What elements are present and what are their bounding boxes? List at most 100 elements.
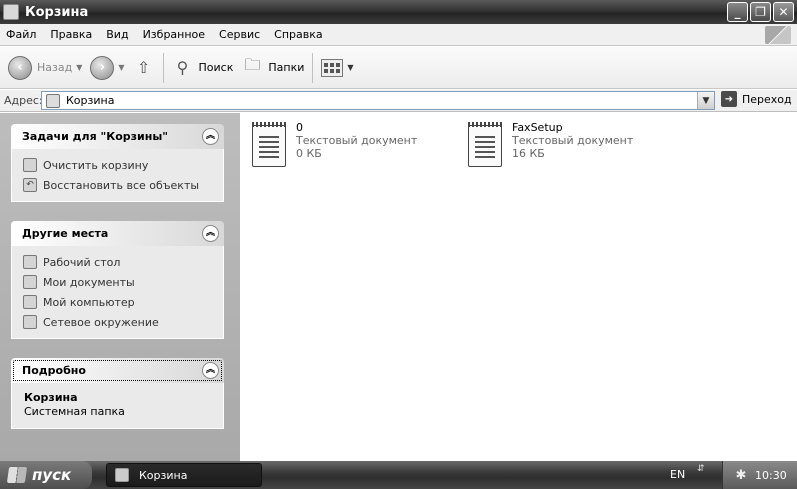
views-button[interactable]: ▼ [317,52,357,84]
place-my-documents[interactable]: Мои документы [23,272,213,292]
places-panel-header[interactable]: Другие места ︽ [11,221,224,246]
folders-button[interactable]: 🗀 Папки [237,52,308,84]
file-type: Текстовый документ [512,134,634,147]
details-type: Системная папка [24,405,125,418]
details-panel-title: Подробно [22,364,86,377]
windows-flag-icon [6,467,28,483]
title-bar: Корзина _ ❐ ✕ [0,0,797,24]
language-options-icon[interactable]: ⇵ [697,465,705,474]
details-panel-header[interactable]: Подробно ︽ [11,358,224,383]
recycle-bin-icon [115,468,129,482]
toolbar: ‹ Назад ▼ › ▼ ⇧ ⚲ Поиск 🗀 Папки ▼ [0,47,797,89]
file-size: 0 КБ [296,147,322,160]
up-folder-icon: ⇧ [136,58,151,77]
close-button[interactable]: ✕ [773,2,794,22]
collapse-icon[interactable]: ︽ [202,225,219,242]
file-size: 16 КБ [512,147,545,160]
forward-button[interactable]: › ▼ [86,52,128,84]
menu-edit[interactable]: Правка [43,28,99,41]
window-title: Корзина [25,4,89,20]
chevron-down-icon[interactable]: ▼ [118,63,124,72]
file-item[interactable]: 0 Текстовый документ 0 КБ [252,121,417,167]
start-button[interactable]: пуск [0,461,92,489]
collapse-icon[interactable]: ︽ [202,362,219,379]
menu-help[interactable]: Справка [267,28,329,41]
recycle-bin-icon [3,4,19,20]
places-panel: Другие места ︽ Рабочий стол Мои документ… [11,221,224,339]
chevron-down-icon[interactable]: ▼ [347,63,353,72]
address-label: Адрес: [4,94,43,107]
taskbar-window-label: Корзина [139,468,188,482]
file-list: 0 Текстовый документ 0 КБ FaxSetup Текст… [240,113,797,461]
folders-icon: 🗀 [244,55,261,74]
empty-bin-icon [23,158,37,172]
places-panel-body: Рабочий стол Мои документы Мой компьютер… [11,246,224,339]
text-document-icon [468,122,502,167]
tasks-panel-header[interactable]: Задачи для "Корзины" ︽ [11,124,224,149]
place-my-computer[interactable]: Мой компьютер [23,292,213,312]
tray-icon[interactable]: ✱ [733,467,749,483]
menu-favorites[interactable]: Избранное [136,28,212,41]
address-bar: Адрес: Корзина ▼ ➜ Переход [0,90,797,112]
text-document-icon [252,122,286,167]
minimize-button[interactable]: _ [727,2,748,22]
system-tray: ✱ 10:30 [722,461,797,489]
restore-icon: ↶ [23,178,37,192]
back-label: Назад [37,61,73,74]
task-empty-bin[interactable]: Очистить корзину [23,155,213,175]
back-arrow-icon: ‹ [8,55,32,80]
place-network[interactable]: Сетевое окружение [23,312,213,332]
forward-arrow-icon: › [90,55,115,80]
address-dropdown-button[interactable]: ▼ [697,92,714,109]
file-name: FaxSetup [512,121,563,134]
task-label: Очистить корзину [43,158,149,172]
views-icon [321,58,344,77]
search-button[interactable]: ⚲ Поиск [168,52,238,84]
place-label: Рабочий стол [43,255,121,269]
tasks-panel-body: Очистить корзину ↶ Восстановить все объе… [11,149,224,202]
tasks-panel-title: Задачи для "Корзины" [22,130,168,143]
taskbar-window-button[interactable]: Корзина [106,463,262,487]
recycle-bin-icon [46,93,60,108]
tasks-panel: Задачи для "Корзины" ︽ Очистить корзину … [11,124,224,202]
start-label: пуск [32,466,72,484]
place-label: Мой компьютер [43,295,135,309]
up-folder-button[interactable]: ⇧ [129,52,159,84]
clock: 10:30 [755,468,787,482]
address-field[interactable]: Корзина ▼ [41,91,715,110]
place-label: Сетевое окружение [43,315,159,329]
go-label: Переход [742,92,792,106]
desktop-icon [23,255,37,269]
menu-tools[interactable]: Сервис [212,28,267,41]
places-panel-title: Другие места [22,227,109,240]
chevron-down-icon[interactable]: ▼ [76,63,82,72]
toolbar-separator [312,52,314,83]
details-panel: Подробно ︽ Корзина Системная папка [11,358,224,429]
menu-bar: Файл Правка Вид Избранное Сервис Справка [0,24,797,46]
taskbar: пуск Корзина EN ⇵ ✱ 10:30 [0,461,797,489]
toolbar-separator [162,52,164,83]
file-type: Текстовый документ [296,134,418,147]
menu-view[interactable]: Вид [99,28,135,41]
collapse-icon[interactable]: ︽ [202,128,219,145]
search-icon: ⚲ [176,58,189,77]
folders-label: Папки [268,61,305,74]
computer-icon [23,295,37,309]
network-icon [23,315,37,329]
task-pane: Задачи для "Корзины" ︽ Очистить корзину … [0,113,240,461]
windows-logo-icon [765,26,791,44]
menu-file[interactable]: Файл [0,28,43,41]
window-controls: _ ❐ ✕ [727,2,794,22]
language-indicator[interactable]: EN [670,468,685,481]
file-item[interactable]: FaxSetup Текстовый документ 16 КБ [468,121,633,167]
task-label: Восстановить все объекты [43,178,200,192]
back-button[interactable]: ‹ Назад ▼ [4,52,86,84]
go-button[interactable]: ➜ Переход [721,91,792,107]
go-arrow-icon: ➜ [721,91,737,107]
place-desktop[interactable]: Рабочий стол [23,252,213,272]
maximize-button[interactable]: ❐ [750,2,771,22]
details-name: Корзина [24,391,78,404]
documents-icon [23,275,37,289]
address-value: Корзина [66,94,115,107]
task-restore-all[interactable]: ↶ Восстановить все объекты [23,175,213,195]
